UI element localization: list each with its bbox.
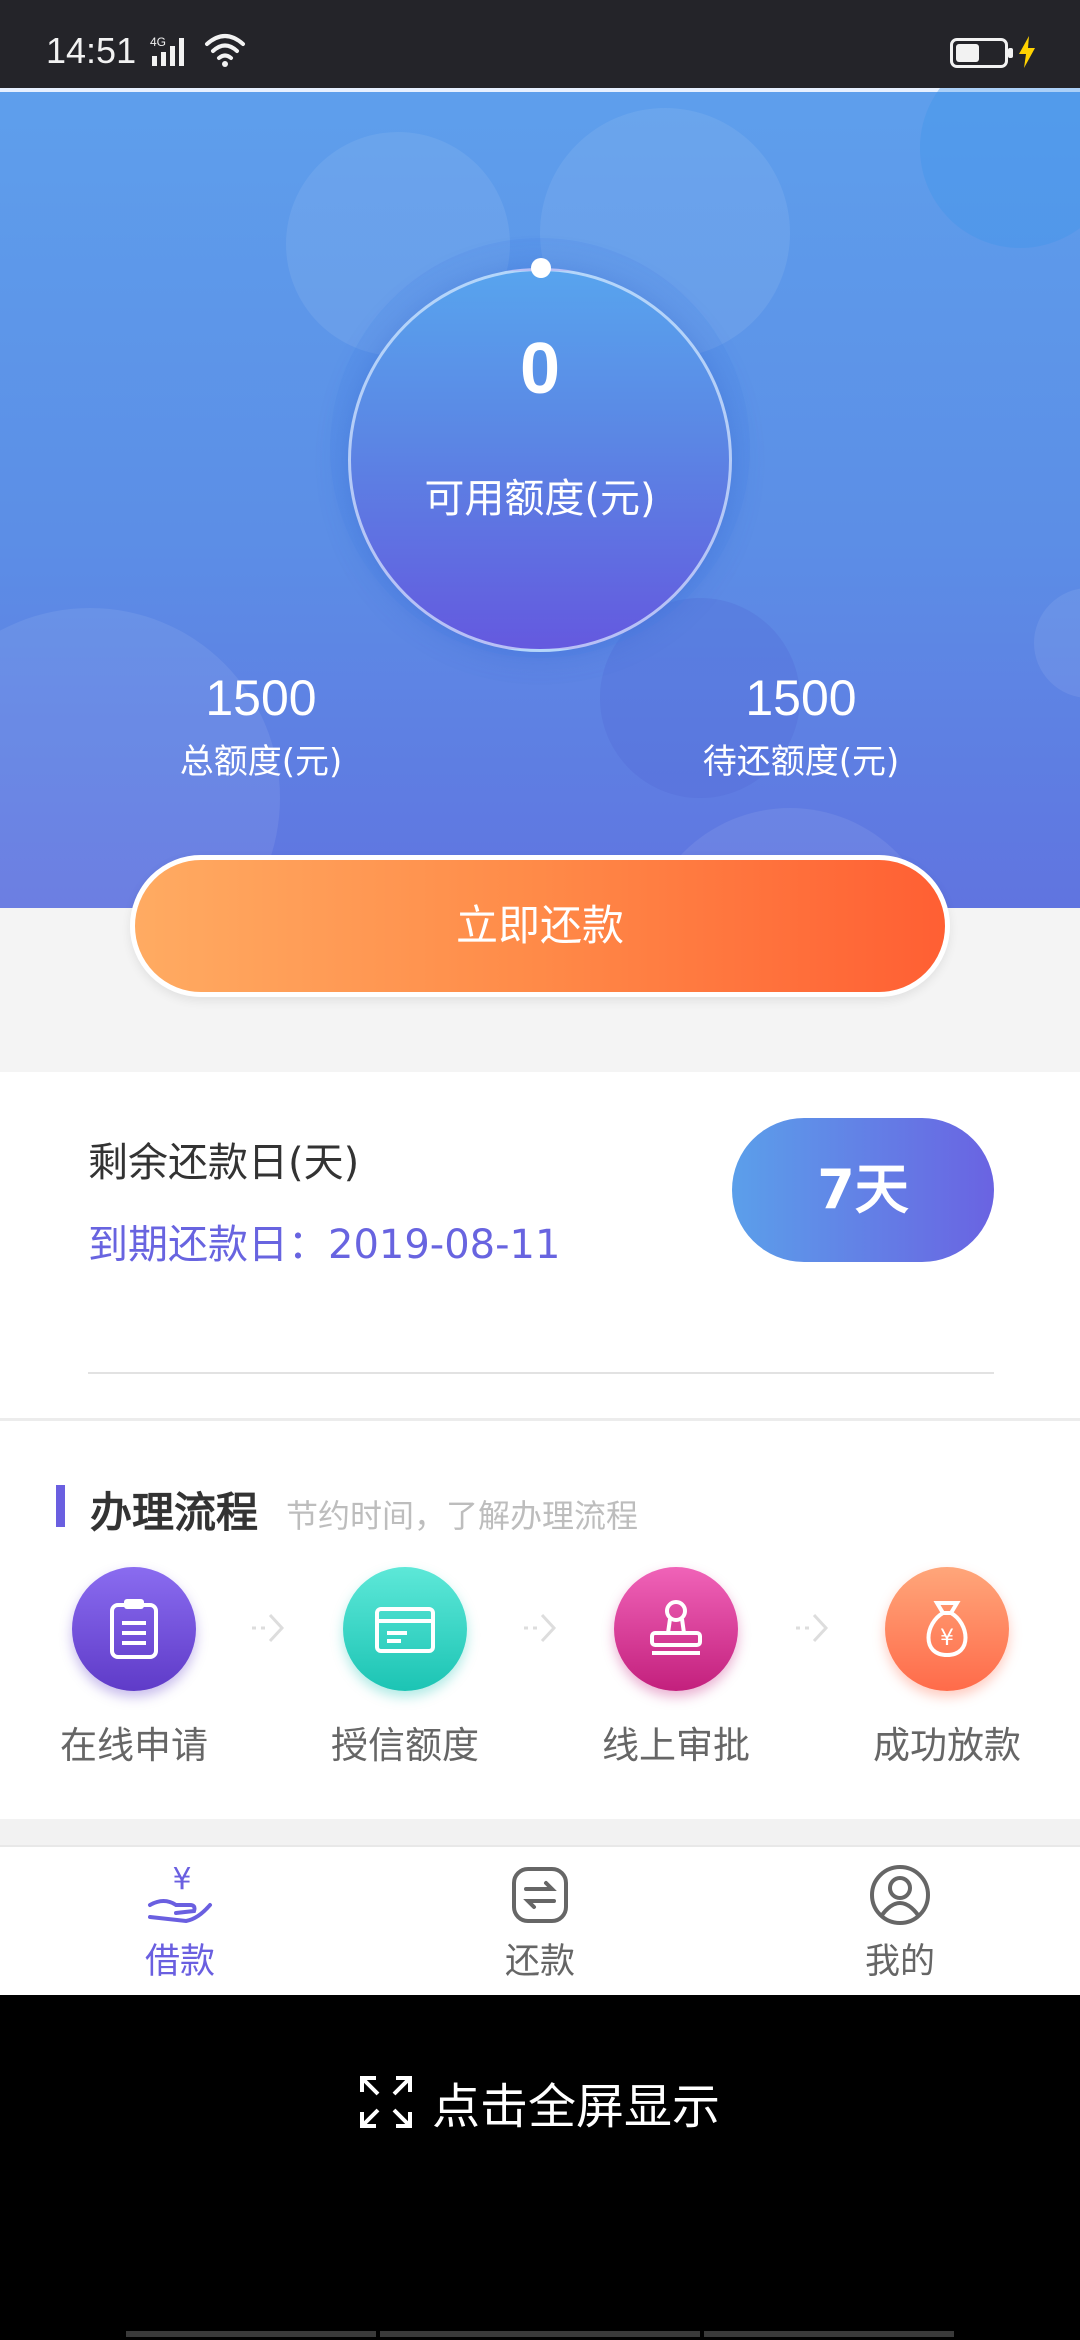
- pending-credit-value: 1500: [745, 670, 857, 726]
- decor-bubble: [1034, 588, 1080, 698]
- fullscreen-overlay: 点击全屏显示: [0, 1995, 1080, 2340]
- tab-label: 借款: [144, 1942, 215, 1982]
- system-nav-segment: [380, 2331, 700, 2337]
- step-label: 授信额度: [331, 1724, 479, 1767]
- tab-label: 我的: [864, 1942, 935, 1982]
- step-arrow-icon: [796, 1613, 829, 1643]
- status-time: 14:51: [46, 30, 137, 71]
- pending-credit: 1500 待还额度(元): [621, 668, 981, 783]
- system-nav-segment: [704, 2331, 954, 2337]
- svg-text:¥: ¥: [940, 1626, 954, 1651]
- money-bag-icon: ¥: [885, 1567, 1009, 1691]
- divider: [88, 1372, 994, 1374]
- tab-repay[interactable]: 还款: [420, 1861, 660, 1984]
- card-icon: [343, 1567, 467, 1691]
- user-icon: [870, 1865, 930, 1925]
- tab-mine[interactable]: 我的: [780, 1861, 1020, 1984]
- due-date: 到期还款日：2019-08-11: [88, 1222, 561, 1268]
- remaining-days-title: 剩余还款日(天): [88, 1140, 360, 1186]
- hero-top-line: [0, 88, 1080, 92]
- repay-now-button[interactable]: 立即还款: [130, 855, 950, 997]
- due-card: 剩余还款日(天) 到期还款日：2019-08-11 7天: [0, 1072, 1080, 1418]
- wifi-icon: [205, 34, 245, 67]
- step-label: 成功放款: [873, 1724, 1021, 1767]
- pending-credit-label: 待还额度(元): [702, 742, 900, 782]
- fullscreen-button[interactable]: 点击全屏显示: [358, 2067, 720, 2137]
- fullscreen-label: 点击全屏显示: [432, 2079, 721, 2135]
- step-label: 线上审批: [602, 1724, 750, 1767]
- available-credit-label: 可用额度(元): [424, 476, 656, 522]
- stamp-icon: [614, 1567, 738, 1691]
- process-subtitle: 节约时间，了解办理流程: [286, 1497, 639, 1535]
- total-credit-value: 1500: [205, 670, 317, 726]
- charging-icon: [1019, 36, 1035, 68]
- credit-hero: 0 可用额度(元) 1500 总额度(元) 1500 待还额度(元): [0, 88, 1080, 908]
- process-section: 办理流程 节约时间，了解办理流程 在线申请 授信额度 线上审批 ¥ 成功放款: [0, 1421, 1080, 1819]
- process-title: 办理流程: [90, 1488, 259, 1537]
- exchange-icon: [512, 1867, 568, 1923]
- decor-bubble: [920, 88, 1080, 248]
- system-nav-segment: [126, 2331, 376, 2337]
- process-step: 线上审批: [566, 1567, 786, 1769]
- process-step: 在线申请: [24, 1567, 244, 1769]
- network-type: 4G: [150, 35, 166, 49]
- clipboard-icon: [72, 1567, 196, 1691]
- section-accent-bar: [56, 1485, 65, 1527]
- battery-level: [956, 44, 979, 62]
- step-arrow-icon: [524, 1613, 557, 1643]
- status-bar: 14:51 4G: [0, 0, 1080, 88]
- ring-progress-dot: [531, 258, 551, 278]
- process-step: ¥ 成功放款: [837, 1567, 1057, 1769]
- tab-label: 还款: [504, 1942, 575, 1982]
- available-credit-value: 0: [519, 329, 561, 409]
- available-credit-ring: [348, 268, 732, 652]
- expand-icon: [360, 2076, 412, 2128]
- tab-borrow[interactable]: ¥ 借款: [60, 1861, 300, 1984]
- step-label: 在线申请: [60, 1724, 208, 1767]
- bottom-tab-bar: ¥ 借款 还款 我的: [0, 1845, 1080, 1995]
- section-gap: [0, 1819, 1080, 1845]
- svg-text:¥: ¥: [172, 1862, 191, 1897]
- total-credit-label: 总额度(元): [179, 742, 343, 782]
- total-credit: 1500 总额度(元): [81, 668, 441, 783]
- battery-icon: [950, 38, 1013, 68]
- process-step: 授信额度: [295, 1567, 515, 1769]
- yen-hand-icon: ¥: [148, 1862, 212, 1924]
- signal-icon: 4G: [150, 35, 184, 66]
- step-arrow-icon: [252, 1613, 285, 1643]
- remaining-days-badge: 7天: [732, 1118, 994, 1262]
